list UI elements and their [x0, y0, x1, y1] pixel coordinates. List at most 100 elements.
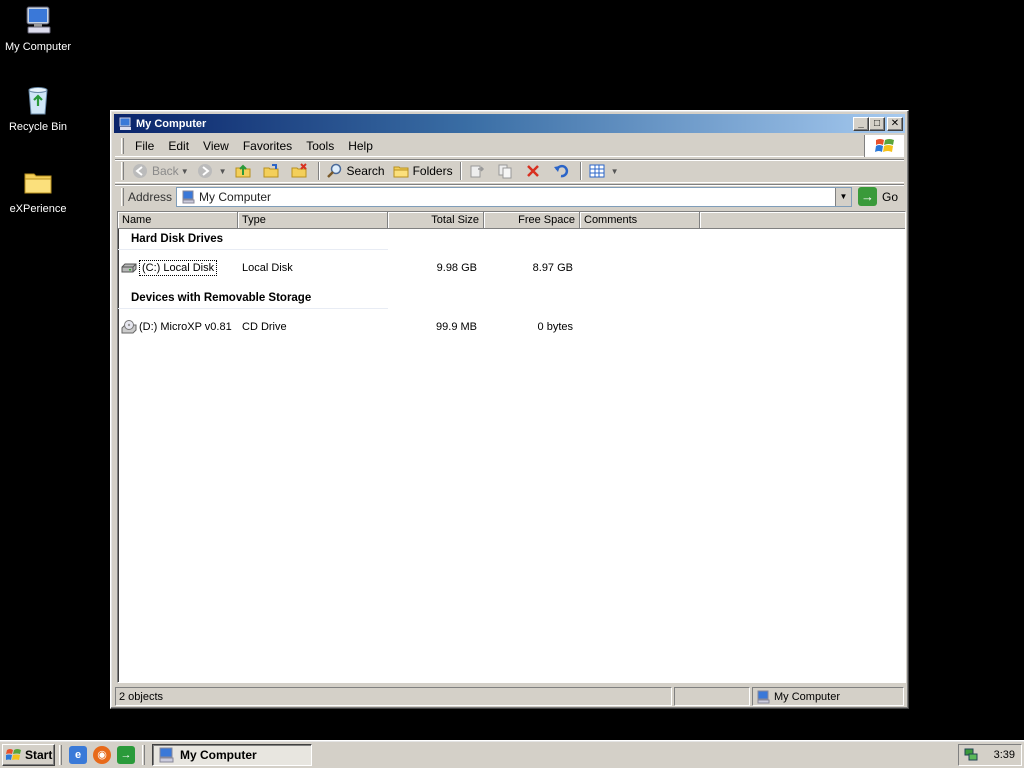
chevron-down-icon: ▼ [218, 166, 227, 176]
address-grip[interactable] [121, 187, 124, 206]
status-object-text: 2 objects [119, 690, 164, 703]
my-computer-icon [118, 117, 132, 131]
title-bar[interactable]: My Computer _ □ ✕ [114, 114, 905, 133]
folders-icon [393, 163, 409, 179]
show-desktop-icon[interactable]: → [117, 745, 135, 764]
group-hard-disk-drives: Hard Disk Drives [118, 229, 388, 250]
search-icon [326, 163, 343, 179]
item-type: CD Drive [242, 321, 287, 333]
menu-edit[interactable]: Edit [161, 137, 196, 155]
desktop-icon-recycle-bin[interactable]: Recycle Bin [0, 84, 76, 134]
move-button[interactable] [465, 160, 493, 182]
forward-button[interactable]: ▼ [193, 160, 231, 182]
minimize-icon: _ [858, 117, 864, 129]
status-location: My Computer [752, 687, 904, 706]
windows-flag-icon [6, 748, 22, 762]
menu-file[interactable]: File [128, 137, 161, 155]
item-free-space: 8.97 GB [532, 262, 573, 274]
maximize-button[interactable]: □ [869, 116, 885, 131]
delete-folder-icon [291, 163, 307, 179]
desktop-icon-label: Recycle Bin [8, 121, 68, 133]
address-label: Address [128, 189, 173, 204]
my-computer-icon [22, 4, 54, 36]
my-computer-icon [158, 747, 174, 763]
close-button[interactable]: ✕ [887, 116, 903, 131]
item-total-size: 99.9 MB [436, 321, 477, 333]
start-button[interactable]: Start [2, 743, 55, 766]
back-arrow-icon [132, 163, 148, 179]
back-label: Back [152, 164, 179, 178]
clock[interactable]: 3:39 [994, 749, 1015, 761]
internet-explorer-icon[interactable]: e [69, 745, 87, 764]
taskbar-grip[interactable] [142, 744, 145, 765]
toolbar-grip[interactable] [121, 162, 124, 180]
go-button[interactable]: → Go [857, 187, 898, 206]
folder-icon [22, 166, 54, 198]
menu-favorites[interactable]: Favorites [236, 137, 299, 155]
item-name: (C:) Local Disk [139, 260, 218, 276]
folders-label: Folders [412, 164, 453, 178]
group-removable-storage: Devices with Removable Storage [118, 288, 388, 309]
window-title: My Computer [136, 117, 207, 130]
menu-help[interactable]: Help [341, 137, 380, 155]
copy-button[interactable] [493, 160, 521, 182]
file-list[interactable]: Name Type Total Size Free Space Comments… [117, 211, 906, 683]
menu-grip[interactable] [121, 137, 124, 154]
go-arrow-icon: → [857, 187, 877, 206]
column-header-name[interactable]: Name [118, 212, 238, 229]
menu-view[interactable]: View [196, 137, 236, 155]
address-dropdown-button[interactable]: ▼ [834, 187, 851, 206]
status-bar: 2 objects My Computer [115, 687, 904, 706]
network-icon[interactable] [963, 746, 979, 765]
toolbar-separator [317, 162, 320, 180]
delete-folder-button[interactable] [287, 160, 315, 182]
list-item[interactable]: (D:) MicroXP v0.81 CD Drive 99.9 MB 0 by… [118, 317, 905, 337]
my-computer-icon [181, 190, 195, 204]
menu-tools[interactable]: Tools [299, 137, 341, 155]
address-field[interactable]: My Computer ▼ [176, 186, 852, 207]
address-value: My Computer [199, 189, 272, 204]
chevron-down-icon: ▼ [610, 166, 619, 176]
status-object-count: 2 objects [115, 687, 672, 706]
windows-logo-icon [864, 135, 904, 157]
column-header-free-space[interactable]: Free Space [484, 212, 580, 229]
undo-button[interactable] [549, 160, 577, 182]
up-folder-button[interactable] [231, 160, 259, 182]
item-name: (D:) MicroXP v0.81 [139, 321, 232, 333]
minimize-button[interactable]: _ [853, 116, 869, 131]
column-header-type[interactable]: Type [238, 212, 388, 229]
search-button[interactable]: Search [323, 160, 389, 182]
address-bar: Address My Computer ▼ → Go [115, 184, 904, 208]
taskbar: Start e ◉ → My Computer 3:39 [0, 740, 1024, 768]
desktop-icon-label: eXPerience [9, 203, 67, 215]
item-name-cell: (C:) Local Disk [118, 260, 236, 276]
forward-arrow-icon [197, 163, 213, 179]
delete-button[interactable] [521, 160, 549, 182]
standard-toolbar: Back ▼ ▼ Search Folders ▼ [115, 159, 904, 183]
copy-icon [497, 163, 513, 179]
status-location-text: My Computer [774, 690, 841, 703]
back-button[interactable]: Back ▼ [128, 160, 193, 182]
desktop-icon-my-computer[interactable]: My Computer [0, 4, 76, 54]
browser-icon[interactable]: ◉ [93, 745, 111, 764]
move-to-icon [263, 163, 279, 179]
chevron-down-icon: ▼ [839, 192, 848, 201]
close-icon: ✕ [890, 117, 900, 129]
quicklaunch-grip[interactable] [59, 744, 62, 765]
move-to-button[interactable] [259, 160, 287, 182]
chevron-down-icon: ▼ [180, 166, 189, 176]
toolbar-separator [579, 162, 582, 180]
column-header-comments[interactable]: Comments [580, 212, 700, 229]
item-total-size: 9.98 GB [436, 262, 477, 274]
system-tray: 3:39 [958, 744, 1022, 766]
move-icon [469, 163, 485, 179]
folders-button[interactable]: Folders [389, 160, 457, 182]
undo-icon [553, 163, 569, 179]
column-header-total-size[interactable]: Total Size [388, 212, 484, 229]
list-item[interactable]: (C:) Local Disk Local Disk 9.98 GB 8.97 … [118, 258, 905, 278]
toolbar-separator [459, 162, 462, 180]
views-button[interactable]: ▼ [585, 160, 623, 182]
desktop-icon-experience[interactable]: eXPerience [0, 166, 76, 216]
views-icon [589, 163, 605, 179]
taskbar-button-my-computer[interactable]: My Computer [152, 743, 312, 766]
